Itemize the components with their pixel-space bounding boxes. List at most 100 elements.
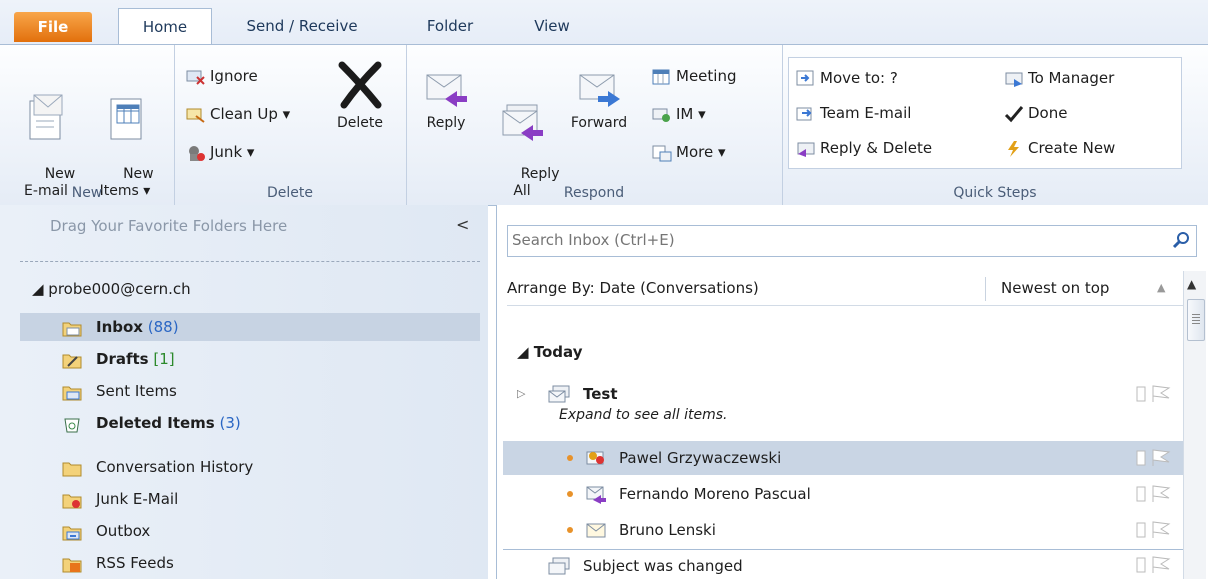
ignore-button[interactable]: Ignore [186, 65, 258, 87]
reply-button[interactable]: Reply [418, 69, 474, 132]
forward-button[interactable]: Forward [562, 69, 636, 132]
folder-sent-items[interactable]: Sent Items [20, 377, 480, 405]
clean-up-icon [186, 106, 206, 124]
group-new-label: New [71, 185, 103, 201]
conversation-row[interactable]: ▷ Test Expand to see all items. [503, 377, 1183, 429]
flag-icon[interactable] [1135, 448, 1175, 472]
message-row[interactable]: Pawel Grzywaczewski [503, 441, 1183, 475]
folder-drafts[interactable]: Drafts [1] [20, 345, 480, 373]
im-button[interactable]: IM ▾ [652, 103, 706, 125]
replied-mail-icon [585, 484, 607, 508]
to-manager-button[interactable]: To Manager [1004, 67, 1114, 89]
group-quick-steps-label: Quick Steps [953, 185, 1037, 201]
meeting-icon [652, 68, 672, 86]
group-respond-label: Respond [563, 185, 625, 201]
reply-delete-button[interactable]: Reply & Delete [796, 137, 932, 159]
flag-icon[interactable] [1135, 384, 1175, 408]
sent-folder-icon [62, 382, 82, 401]
sort-order-button[interactable]: Newest on top [1001, 271, 1109, 305]
unread-dot-icon [567, 527, 573, 533]
search-icon[interactable] [1172, 231, 1190, 253]
reply-all-icon [502, 104, 543, 141]
folder-icon [62, 458, 82, 477]
clean-up-button[interactable]: Clean Up ▾ [186, 103, 290, 125]
message-row[interactable]: Fernando Moreno Pascual [503, 477, 1183, 511]
move-to-icon [796, 70, 816, 88]
reply-delete-icon [796, 140, 816, 158]
folder-label: Outbox [96, 522, 151, 540]
unread-count: (3) [219, 414, 241, 432]
trash-icon [62, 414, 82, 433]
tab-send-receive[interactable]: Send / Receive [222, 8, 382, 44]
collapse-nav-button[interactable]: < [456, 215, 469, 234]
item-count: [1] [153, 350, 175, 368]
done-button[interactable]: Done [1004, 102, 1067, 124]
unread-dot-icon [567, 491, 573, 497]
clean-up-label: Clean Up ▾ [210, 105, 291, 123]
folder-inbox[interactable]: Inbox (88) [20, 313, 480, 341]
folder-label: RSS Feeds [96, 554, 174, 572]
unread-count: (88) [147, 318, 179, 336]
move-to-button[interactable]: Move to: ? [796, 67, 898, 89]
more-button[interactable]: More ▾ [652, 141, 725, 163]
done-label: Done [1028, 104, 1068, 122]
search-box [507, 225, 1197, 257]
conversation-icon [547, 385, 571, 409]
divider [20, 261, 480, 262]
create-new-button[interactable]: Create New [1004, 137, 1115, 159]
group-respond: Reply Reply All Forward Meeting IM ▾ Mor… [406, 45, 783, 205]
scroll-up-arrow-icon[interactable]: ▲ [1187, 277, 1196, 291]
divider [985, 277, 986, 301]
tab-home[interactable]: Home [118, 8, 212, 45]
list-scrollbar[interactable]: ▲ [1183, 271, 1206, 579]
group-delete-label: Delete [267, 185, 313, 201]
junk-button[interactable]: Junk ▾ [186, 141, 254, 163]
team-email-icon [796, 105, 816, 123]
sort-up-icon: ▲ [1157, 281, 1166, 294]
flag-icon[interactable] [1135, 484, 1175, 508]
inbox-folder-icon [62, 318, 82, 337]
meeting-button[interactable]: Meeting [652, 65, 736, 87]
group-header-today[interactable]: ◢ Today [517, 343, 582, 361]
flag-icon[interactable] [1135, 520, 1175, 544]
folder-conversation-history[interactable]: Conversation History [20, 453, 480, 481]
folder-label: Conversation History [96, 458, 254, 476]
tab-view[interactable]: View [522, 8, 582, 44]
expand-triangle-icon[interactable]: ▷ [517, 387, 525, 400]
team-email-label: Team E-mail [820, 104, 912, 122]
account-node[interactable]: ◢ probe000@cern.ch [32, 280, 191, 298]
meeting-response-icon [585, 448, 607, 472]
sender-name: Pawel Grzywaczewski [619, 449, 782, 467]
folder-outbox[interactable]: Outbox [20, 517, 480, 545]
im-label: IM ▾ [676, 105, 706, 123]
message-row[interactable]: Bruno Lenski [503, 513, 1183, 547]
delete-button[interactable]: Delete [328, 57, 392, 132]
reply-label: Reply [426, 115, 466, 131]
favorites-drop-hint: Drag Your Favorite Folders Here [50, 217, 288, 235]
lightning-icon [1004, 140, 1024, 158]
folder-deleted-items[interactable]: Deleted Items (3) [20, 409, 480, 437]
tab-file[interactable]: File [14, 12, 92, 42]
arrange-by-button[interactable]: Arrange By: Date (Conversations) [507, 279, 759, 297]
arrange-bar: Arrange By: Date (Conversations) Newest … [507, 271, 1195, 306]
group-delete: Ignore Clean Up ▾ Junk ▾ Delete Delete [174, 45, 407, 205]
folder-junk-email[interactable]: Junk E-Mail [20, 485, 480, 513]
search-input[interactable] [508, 226, 1156, 254]
conversation-row[interactable]: Subject was changed [503, 553, 1183, 579]
unread-dot-icon [567, 455, 573, 461]
sender-name: Bruno Lenski [619, 521, 716, 539]
move-to-label: Move to: ? [820, 69, 898, 87]
tab-folder[interactable]: Folder [410, 8, 490, 44]
to-manager-icon [1004, 70, 1024, 88]
folder-rss-feeds[interactable]: RSS Feeds [20, 549, 480, 577]
new-email-icon [29, 94, 63, 140]
scroll-thumb[interactable] [1187, 299, 1205, 341]
team-email-button[interactable]: Team E-mail [796, 102, 911, 124]
navigation-pane: Drag Your Favorite Folders Here < ◢ prob… [0, 205, 488, 579]
more-icon [652, 144, 672, 162]
flag-icon[interactable] [1135, 555, 1175, 579]
sender-name: Fernando Moreno Pascual [619, 485, 811, 503]
divider [503, 549, 1183, 550]
reply-icon [426, 74, 467, 107]
expand-hint: Expand to see all items. [559, 407, 728, 423]
